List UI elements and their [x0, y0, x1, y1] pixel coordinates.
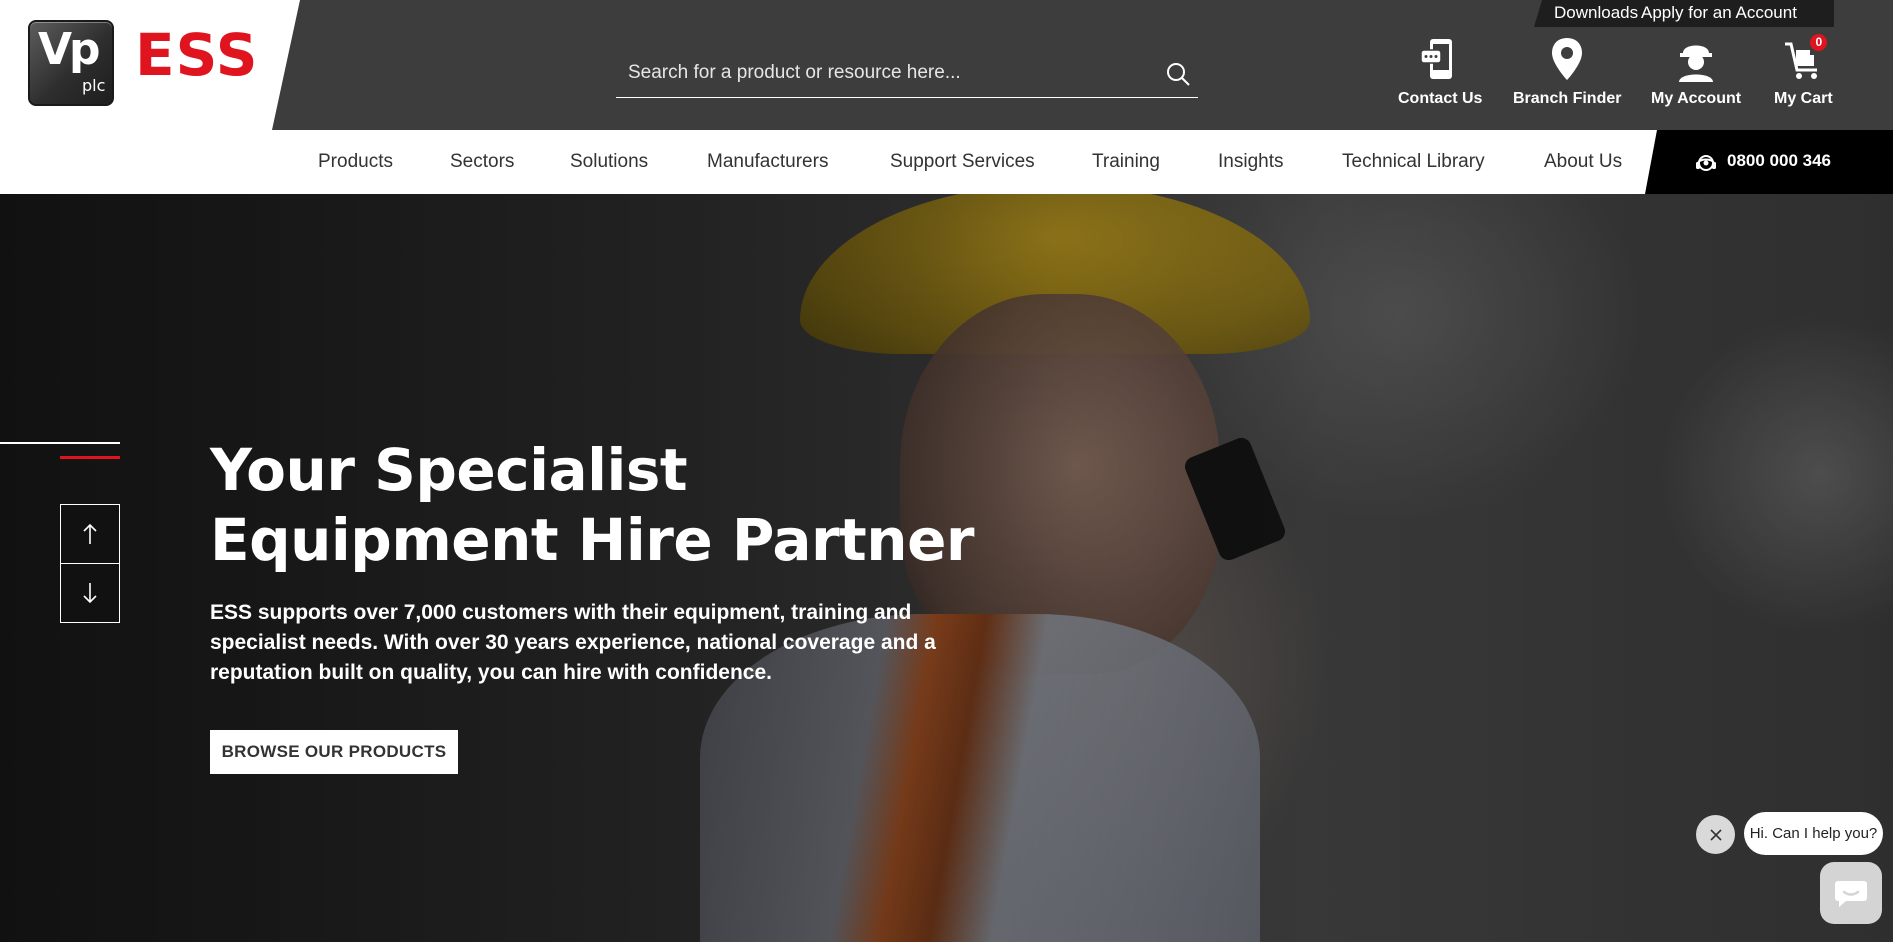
- my-cart-label: My Cart: [1774, 90, 1833, 107]
- nav-support-services[interactable]: Support Services: [890, 151, 1035, 173]
- nav-sectors[interactable]: Sectors: [450, 151, 514, 173]
- worker-helmet-icon: [1679, 45, 1714, 82]
- contact-us-label: Contact Us: [1398, 90, 1483, 107]
- hero-title-line2: Equipment Hire Partner: [210, 506, 975, 574]
- arrow-up-icon: [83, 523, 97, 544]
- my-account-button[interactable]: My Account: [1651, 36, 1741, 108]
- search-input[interactable]: [628, 60, 1148, 86]
- cart-icon-wrap: 0: [1781, 34, 1828, 86]
- branch-finder-button[interactable]: Branch Finder: [1513, 36, 1621, 108]
- main-nav: Products Sectors Solutions Manufacturers…: [0, 130, 1893, 194]
- nav-training[interactable]: Training: [1092, 151, 1160, 173]
- chat-icon: [1835, 881, 1867, 907]
- nav-solutions[interactable]: Solutions: [570, 151, 648, 173]
- quicklinks-bar: Downloads Apply for an Account: [1534, 0, 1834, 27]
- branch-finder-label: Branch Finder: [1513, 90, 1622, 107]
- nav-products[interactable]: Products: [318, 151, 393, 173]
- search-bar: [616, 48, 1198, 98]
- close-icon: [1709, 828, 1722, 841]
- hero-title-line1: Your Specialist: [210, 436, 688, 504]
- vp-logo-text: Vp: [38, 24, 101, 75]
- nav-manufacturers[interactable]: Manufacturers: [707, 151, 828, 173]
- slide-indicator-active: [60, 456, 120, 459]
- phone-number-bar[interactable]: 0800 000 346: [1645, 130, 1893, 194]
- hero-title: Your Specialist Equipment Hire Partner: [210, 435, 1010, 575]
- contact-us-button[interactable]: Contact Us: [1398, 36, 1482, 108]
- chat-prompt[interactable]: Hi. Can I help you?: [1744, 812, 1883, 855]
- nav-insights[interactable]: Insights: [1218, 151, 1283, 173]
- phone-chat-icon: [1420, 39, 1453, 79]
- logo-area: Vp plc ESS: [0, 0, 300, 130]
- my-cart-button[interactable]: 0 My Cart: [1774, 34, 1833, 108]
- slide-indicator-line: [0, 442, 120, 444]
- downloads-link[interactable]: Downloads: [1554, 3, 1638, 23]
- nav-technical-library[interactable]: Technical Library: [1342, 151, 1485, 173]
- chat-launcher-button[interactable]: [1820, 862, 1882, 924]
- search-icon[interactable]: [1164, 60, 1192, 88]
- ess-logo[interactable]: ESS: [135, 26, 259, 84]
- arrow-down-icon: [83, 583, 97, 604]
- hero-description: ESS supports over 7,000 customers with t…: [210, 601, 936, 684]
- headset-icon: [1696, 155, 1716, 171]
- vp-plc-logo[interactable]: Vp plc: [28, 20, 114, 106]
- chat-close-button[interactable]: [1696, 815, 1735, 854]
- slide-up-button[interactable]: [60, 504, 120, 564]
- browse-products-button[interactable]: BROWSE OUR PRODUCTS: [210, 730, 458, 774]
- map-pin-icon: [1552, 38, 1583, 80]
- slide-down-button[interactable]: [60, 563, 120, 623]
- nav-about-us[interactable]: About Us: [1544, 151, 1622, 173]
- my-account-label: My Account: [1651, 90, 1742, 107]
- phone-number: 0800 000 346: [1727, 151, 1831, 170]
- plc-logo-text: plc: [82, 76, 106, 95]
- apply-account-link[interactable]: Apply for an Account: [1641, 3, 1797, 23]
